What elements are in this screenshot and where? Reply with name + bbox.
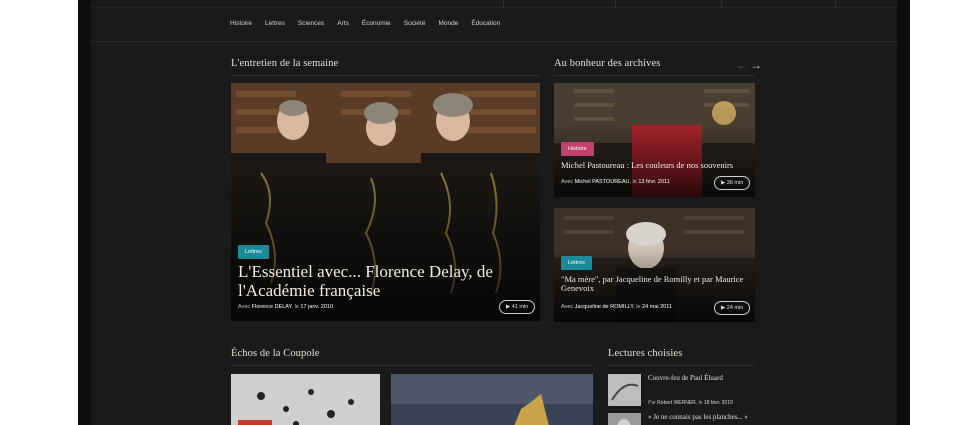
person-name[interactable]: Florence DELAY bbox=[252, 304, 292, 310]
nav-item-arts[interactable]: Arts bbox=[337, 20, 349, 27]
archive-meta: Avec Michel PASTOUREAU, le 13 févr. 2011 bbox=[561, 179, 670, 185]
category-badge[interactable]: Lettres bbox=[561, 256, 592, 270]
nav-item-monde[interactable]: Monde bbox=[438, 20, 458, 27]
divider bbox=[608, 365, 755, 366]
echo-card[interactable] bbox=[231, 374, 380, 425]
reading-thumbnail bbox=[608, 413, 641, 425]
play-icon: ▶ bbox=[721, 305, 726, 311]
date: 18 févr. 2019 bbox=[703, 400, 733, 406]
archive-title[interactable]: "Ma mère", par Jacqueline de Romilly et … bbox=[561, 274, 755, 294]
arrow-right-icon[interactable]: → bbox=[750, 58, 762, 72]
nav-item-histoire[interactable]: Histoire bbox=[230, 20, 252, 27]
arrow-left-icon[interactable]: ← bbox=[736, 58, 748, 72]
play-icon: ▶ bbox=[506, 304, 511, 310]
divider bbox=[231, 75, 540, 76]
archives-section-title: Au bonheur des archives bbox=[554, 58, 661, 69]
date: 17 janv. 2010 bbox=[300, 304, 334, 310]
reading-item[interactable]: « Je ne connais pas les planches... » bbox=[608, 413, 755, 425]
category-badge[interactable] bbox=[238, 420, 272, 425]
nav-item-societe[interactable]: Société bbox=[404, 20, 426, 27]
category-badge[interactable]: Lettres bbox=[238, 245, 269, 259]
page-screen: Histoire Lettres Sciences Arts Économie … bbox=[91, 0, 897, 425]
nav-item-economie[interactable]: Économie bbox=[362, 20, 391, 27]
reading-thumbnail bbox=[608, 374, 641, 406]
echo-photo bbox=[231, 374, 380, 425]
play-icon: ▶ bbox=[721, 180, 726, 186]
echos-section-title: Échos de la Coupole bbox=[231, 348, 320, 359]
interview-title[interactable]: L'Essentiel avec... Florence Delay, de l… bbox=[238, 262, 518, 300]
reading-title[interactable]: Couvre-feu de Paul Éluard bbox=[648, 374, 723, 382]
duration-button[interactable]: ▶ 24 min bbox=[714, 301, 751, 315]
divider bbox=[231, 365, 593, 366]
main-nav: Histoire Lettres Sciences Arts Économie … bbox=[91, 0, 897, 42]
interview-section-title: L'entretien de la semaine bbox=[231, 58, 339, 69]
person-name[interactable]: Robert WERNER bbox=[657, 400, 696, 406]
interview-meta: Avec Florence DELAY, le 17 janv. 2010 bbox=[238, 304, 334, 310]
reading-item[interactable]: Couvre-feu de Paul Éluard Par Robert WER… bbox=[608, 374, 755, 408]
duration-button[interactable]: ▶ 36 min bbox=[714, 176, 751, 190]
person-name[interactable]: Jacqueline de ROMILLY bbox=[575, 304, 634, 310]
reading-title[interactable]: « Je ne connais pas les planches... » bbox=[648, 413, 748, 421]
date: 13 févr. 2011 bbox=[638, 179, 670, 185]
interview-card[interactable]: Lettres L'Essentiel avec... Florence Del… bbox=[231, 83, 540, 321]
nav-item-sciences[interactable]: Sciences bbox=[298, 20, 324, 27]
readings-section-title: Lectures choisies bbox=[608, 348, 683, 359]
archive-card[interactable]: Histoire Michel Pastoureau : Les couleur… bbox=[554, 83, 755, 197]
date: 24 mai 2011 bbox=[642, 304, 672, 310]
nav-item-education[interactable]: Éducation bbox=[471, 20, 500, 27]
category-badge[interactable]: Histoire bbox=[561, 142, 594, 156]
echo-photo bbox=[391, 374, 593, 425]
archive-title[interactable]: Michel Pastoureau : Les couleurs de nos … bbox=[561, 160, 751, 170]
nav-item-lettres[interactable]: Lettres bbox=[265, 20, 285, 27]
person-name[interactable]: Michel PASTOUREAU bbox=[575, 179, 630, 185]
divider bbox=[554, 75, 755, 76]
echo-card[interactable] bbox=[391, 374, 593, 425]
archive-meta: Avec Jacqueline de ROMILLY, le 24 mai 20… bbox=[561, 304, 672, 310]
archive-card[interactable]: Lettres "Ma mère", par Jacqueline de Rom… bbox=[554, 208, 755, 322]
reading-meta: Par Robert WERNER, le 18 févr. 2019 bbox=[648, 400, 733, 406]
archives-nav: ← → bbox=[734, 58, 762, 72]
duration-button[interactable]: ▶ 41 min bbox=[499, 300, 536, 314]
